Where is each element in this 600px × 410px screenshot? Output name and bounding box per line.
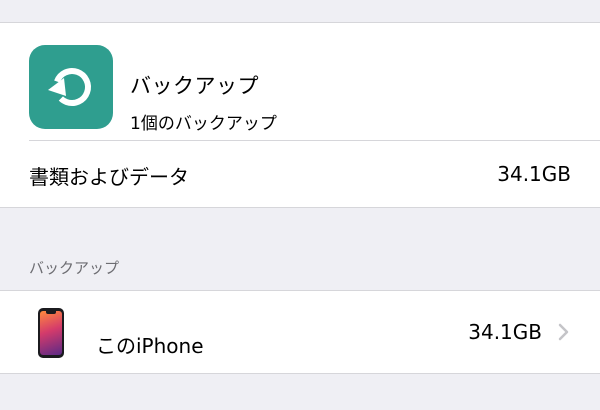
iphone-icon xyxy=(38,308,64,358)
device-label: このiPhone xyxy=(96,334,204,358)
app-title: バックアップ xyxy=(130,74,259,98)
section-header-label: バックアップ xyxy=(29,259,120,277)
backup-item-this-iphone[interactable]: このiPhone 34.1GB xyxy=(0,291,600,373)
backups-list: このiPhone 34.1GB xyxy=(0,290,600,374)
documents-label: 書類およびデータ xyxy=(29,165,189,189)
documents-size: 34.1GB xyxy=(497,162,571,186)
app-subtitle: 1個のバックアップ xyxy=(130,114,277,134)
chevron-right-icon xyxy=(557,322,571,342)
top-spacer xyxy=(0,0,600,22)
backup-settings-screen: バックアップ 1個のバックアップ 書類およびデータ 34.1GB バックアップ … xyxy=(0,0,600,410)
device-backup-size: 34.1GB xyxy=(468,320,542,344)
documents-and-data-row: 書類およびデータ 34.1GB xyxy=(0,141,600,207)
app-info-row: バックアップ 1個のバックアップ xyxy=(0,23,600,141)
app-info-group: バックアップ 1個のバックアップ 書類およびデータ 34.1GB xyxy=(0,22,600,208)
phone-notch xyxy=(46,311,56,314)
backup-restore-icon xyxy=(29,45,113,129)
backups-section-header: バックアップ xyxy=(0,208,600,290)
phone-screen xyxy=(40,311,62,355)
